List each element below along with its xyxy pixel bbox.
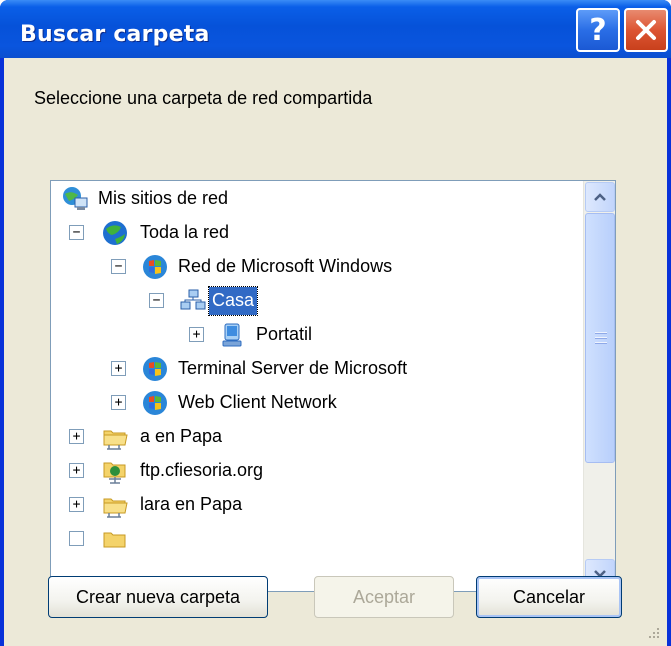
thumb-grip [595, 342, 607, 344]
tree-item-partial[interactable] [51, 523, 581, 555]
tree-item-label: Casa [207, 286, 259, 316]
expand-toggle[interactable]: + [69, 429, 84, 444]
ftp-folder-icon [103, 462, 126, 484]
tree-item-label: lara en Papa [140, 494, 243, 514]
window-title: Buscar carpeta [20, 22, 210, 47]
network-icon [143, 391, 167, 415]
folder-tree[interactable]: Mis sitios de red − Toda la red − Red de… [50, 180, 616, 592]
tree-item-toda-la-red[interactable]: − Toda la red [51, 217, 581, 249]
thumb-grip [595, 337, 607, 339]
scroll-thumb[interactable] [585, 213, 615, 463]
tree-item-terminal-server[interactable]: + Terminal Server de Microsoft [51, 353, 581, 385]
help-button[interactable]: ? [576, 8, 620, 52]
tree-item-label: a en Papa [140, 426, 223, 446]
expand-toggle[interactable]: + [69, 463, 84, 478]
network-folder-icon [103, 498, 128, 518]
tree-item-casa[interactable]: − Casa [51, 285, 581, 317]
network-icon [143, 255, 167, 279]
tree-item-label: Red de Microsoft Windows [178, 256, 393, 276]
expand-toggle[interactable]: + [69, 497, 84, 512]
tree-item-red-microsoft-windows[interactable]: − Red de Microsoft Windows [51, 251, 581, 283]
scroll-up-button[interactable] [585, 182, 615, 212]
network-folder-icon [103, 532, 126, 548]
expand-toggle[interactable]: + [111, 395, 126, 410]
cancel-button[interactable]: Cancelar [476, 576, 622, 618]
dialog-body: Seleccione una carpeta de red compartida… [4, 58, 667, 646]
expand-toggle[interactable] [69, 531, 84, 546]
expand-toggle[interactable]: + [189, 327, 204, 342]
tree-item-web-client-network[interactable]: + Web Client Network [51, 387, 581, 419]
computer-icon [222, 323, 242, 347]
tree-item-label: Web Client Network [178, 392, 337, 412]
help-icon: ? [589, 12, 607, 48]
chevron-up-icon [594, 193, 606, 201]
network-folder-icon [103, 430, 128, 450]
tree-item-label: Toda la red [140, 222, 230, 242]
tree-item-ftp-cfiesoria[interactable]: + ftp.cfiesoria.org [51, 455, 581, 487]
expand-toggle[interactable]: + [111, 361, 126, 376]
prompt-text: Seleccione una carpeta de red compartida [34, 88, 373, 108]
ok-button[interactable]: Aceptar [314, 576, 454, 618]
close-button[interactable] [624, 8, 668, 52]
resize-grip-icon[interactable] [643, 622, 661, 640]
collapse-toggle[interactable]: − [149, 293, 164, 308]
network-places-icon [63, 187, 88, 210]
thumb-grip [595, 332, 607, 334]
tree-item-label: Terminal Server de Microsoft [178, 358, 408, 378]
tree-item-a-en-papa[interactable]: + a en Papa [51, 421, 581, 453]
tree-item-portatil[interactable]: + Portatil [51, 319, 581, 351]
tree-item-label: Mis sitios de red [98, 188, 229, 208]
tree-item-label: ftp.cfiesoria.org [140, 460, 264, 480]
new-folder-button[interactable]: Crear nueva carpeta [48, 576, 268, 618]
tree-item-label: Portatil [256, 324, 313, 344]
collapse-toggle[interactable]: − [69, 225, 84, 240]
vertical-scrollbar[interactable] [583, 181, 615, 591]
tree-item-mis-sitios-de-red[interactable]: Mis sitios de red [51, 183, 581, 215]
collapse-toggle[interactable]: − [111, 259, 126, 274]
title-bar[interactable]: Buscar carpeta ? [0, 0, 671, 58]
workgroup-icon [180, 289, 206, 310]
browse-folder-dialog: Buscar carpeta ? Seleccione una carpeta … [0, 0, 671, 646]
globe-icon [103, 221, 127, 245]
network-icon [143, 357, 167, 381]
tree-item-lara-en-papa[interactable]: + lara en Papa [51, 489, 581, 521]
close-icon [636, 20, 656, 40]
